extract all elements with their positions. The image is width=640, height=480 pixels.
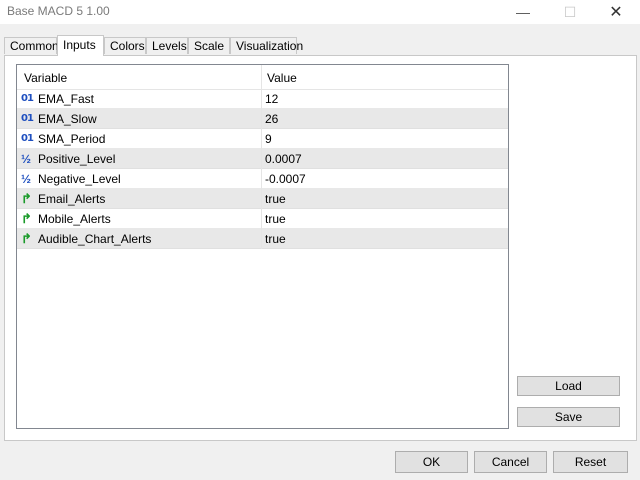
variable-value[interactable]: 12 (265, 92, 278, 106)
title-bar: Base MACD 5 1.00 — ☐ ✕ (0, 0, 640, 24)
variable-name: SMA_Period (38, 132, 106, 146)
table-row[interactable]: ↱ Audible_Chart_Alerts true (17, 229, 508, 249)
integer-icon: 01 (21, 113, 34, 124)
variable-name: Positive_Level (38, 152, 116, 166)
table-row[interactable]: ↱ Mobile_Alerts true (17, 209, 508, 229)
table-row[interactable]: 01 EMA_Slow 26 (17, 109, 508, 129)
table-row[interactable]: ↱ Email_Alerts true (17, 189, 508, 209)
integer-icon: 01 (21, 93, 34, 104)
table-row[interactable]: ½ Positive_Level 0.0007 (17, 149, 508, 169)
bool-icon: ↱ (21, 231, 32, 246)
variable-value[interactable]: true (265, 212, 286, 226)
column-separator[interactable] (261, 65, 262, 249)
tab-colors[interactable]: Colors (104, 37, 146, 54)
double-icon: ½ (21, 152, 32, 166)
maximize-button[interactable]: ☐ (547, 0, 593, 24)
double-icon: ½ (21, 172, 32, 186)
variable-value[interactable]: 9 (265, 132, 272, 146)
table-row[interactable]: 01 EMA_Fast 12 (17, 89, 508, 109)
variable-value[interactable]: -0.0007 (265, 172, 306, 186)
variable-value[interactable]: true (265, 192, 286, 206)
tab-scale[interactable]: Scale (188, 37, 230, 54)
variable-name: Email_Alerts (38, 192, 106, 206)
minimize-button[interactable]: — (500, 0, 546, 24)
variable-value[interactable]: true (265, 232, 286, 246)
bool-icon: ↱ (21, 191, 32, 206)
save-button[interactable]: Save (517, 407, 620, 427)
integer-icon: 01 (21, 133, 34, 144)
tab-inputs[interactable]: Inputs (57, 35, 104, 56)
variable-name: Negative_Level (38, 172, 121, 186)
tab-levels[interactable]: Levels (146, 37, 188, 54)
ok-button[interactable]: OK (395, 451, 468, 473)
column-header-variable[interactable]: Variable (24, 71, 67, 85)
close-button[interactable]: ✕ (593, 0, 639, 24)
inputs-grid: Variable Value 01 EMA_Fast 12 01 EMA_Slo… (16, 64, 509, 429)
tab-visualization[interactable]: Visualization (230, 37, 303, 54)
variable-name: Mobile_Alerts (38, 212, 111, 226)
tab-common[interactable]: Common (4, 37, 59, 54)
variable-name: Audible_Chart_Alerts (38, 232, 152, 246)
bool-icon: ↱ (21, 211, 32, 226)
table-row[interactable]: ½ Negative_Level -0.0007 (17, 169, 508, 189)
variable-name: EMA_Slow (38, 112, 97, 126)
load-button[interactable]: Load (517, 376, 620, 396)
variable-value[interactable]: 26 (265, 112, 278, 126)
variable-name: EMA_Fast (38, 92, 95, 106)
column-header-value[interactable]: Value (267, 71, 297, 85)
window-title: Base MACD 5 1.00 (7, 4, 110, 18)
table-row[interactable]: 01 SMA_Period 9 (17, 129, 508, 149)
grid-header: Variable Value (17, 65, 508, 90)
variable-value[interactable]: 0.0007 (265, 152, 302, 166)
cancel-button[interactable]: Cancel (474, 451, 547, 473)
reset-button[interactable]: Reset (553, 451, 628, 473)
